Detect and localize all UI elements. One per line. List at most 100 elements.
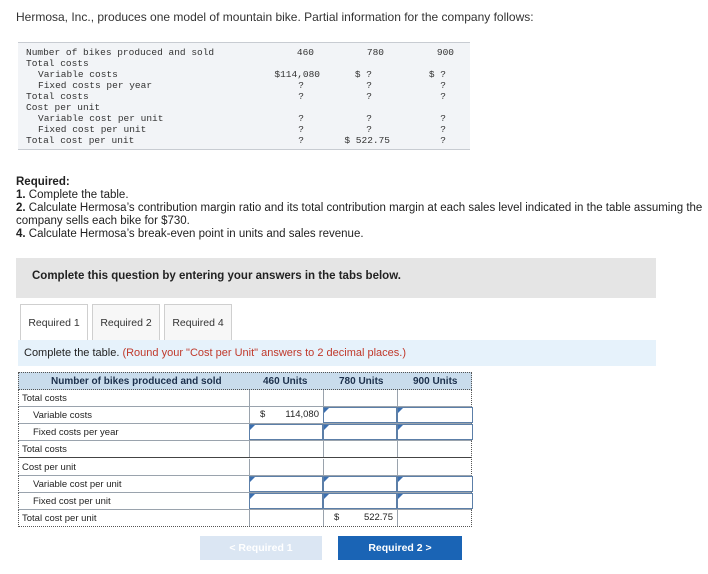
header-780-units: 780 Units	[339, 376, 384, 387]
item-text: Calculate Hermosa’s contribution margin …	[16, 202, 703, 227]
given-value: ?	[366, 124, 372, 135]
given-value: ?	[298, 135, 304, 146]
dollar-sign: $	[260, 409, 266, 420]
problem-intro: Hermosa, Inc., produces one model of mou…	[16, 10, 534, 24]
given-value: ?	[298, 80, 304, 91]
fixed-cost-per-unit-460-input[interactable]	[249, 493, 323, 509]
fixed-cost-per-unit-900-input[interactable]	[397, 493, 473, 509]
row-label: Fixed costs per year	[33, 427, 119, 438]
table-row: Fixed cost per unit	[18, 493, 473, 510]
given-label: Variable costs	[38, 69, 118, 80]
total-cost-per-unit-460-cell	[249, 510, 323, 526]
answer-table-header: Number of bikes produced and sold 460 Un…	[18, 372, 472, 390]
cell-value: 114,080	[285, 409, 319, 420]
given-value: $ ?	[428, 69, 446, 80]
table-row: Fixed costs per year	[18, 424, 473, 441]
given-value: ?	[366, 80, 372, 91]
given-label: Total cost per unit	[26, 135, 135, 146]
row-label: Total costs	[22, 393, 67, 404]
required-heading: Required:	[16, 176, 70, 188]
given-row: Fixed cost per unit ? ? ?	[18, 124, 470, 135]
blank-cell	[323, 459, 397, 475]
given-value: $114,080	[274, 69, 320, 80]
header-460-units: 460 Units	[263, 376, 308, 387]
total-cost-per-unit-900-cell	[397, 510, 473, 526]
given-row: Variable costs $114,080 $ ? $ ?	[18, 69, 470, 80]
row-label: Total cost per unit	[22, 513, 97, 524]
instructions-banner: Complete this question by entering your …	[16, 258, 656, 298]
table-row: Cost per unit	[18, 459, 472, 476]
given-label: Total costs	[26, 58, 89, 69]
given-info-table: Number of bikes produced and sold 460 78…	[18, 42, 470, 150]
row-label: Total costs	[22, 444, 67, 455]
blank-cell	[397, 459, 473, 475]
given-value: ?	[440, 124, 446, 135]
required-section: Required: 1. Complete the table. 2. Calc…	[16, 176, 706, 241]
given-label: Total costs	[26, 91, 89, 102]
given-value: ?	[440, 135, 446, 146]
row-label: Cost per unit	[22, 462, 76, 473]
variable-costs-460-cell: $ 114,080	[249, 407, 323, 423]
given-row: Number of bikes produced and sold 460 78…	[18, 47, 470, 58]
row-label: Fixed cost per unit	[33, 496, 111, 507]
total-costs-900-cell	[397, 441, 473, 457]
answer-table: Number of bikes produced and sold 460 Un…	[18, 372, 473, 528]
table-row: Total cost per unit $ 522.75	[18, 510, 472, 527]
banner-text: Complete this question by entering your …	[32, 270, 401, 282]
item-number: 1.	[16, 189, 26, 201]
header-900-units: 900 Units	[413, 376, 458, 387]
given-row: Variable cost per unit ? ? ?	[18, 113, 470, 124]
given-value: 900	[436, 47, 454, 58]
table-row: Total costs	[18, 390, 472, 407]
given-value: ?	[440, 80, 446, 91]
tab-required-1[interactable]: Required 1	[20, 304, 88, 340]
given-value: 780	[366, 47, 384, 58]
total-costs-460-cell	[249, 441, 323, 457]
fixed-costs-900-input[interactable]	[397, 424, 473, 440]
given-value: ?	[298, 91, 304, 102]
tab-required-2[interactable]: Required 2	[92, 304, 160, 340]
row-label: Variable costs	[33, 410, 92, 421]
given-label: Fixed cost per unit	[38, 124, 147, 135]
given-label: Cost per unit	[26, 102, 101, 113]
cell-value: 522.75	[363, 512, 393, 523]
instruction-main: Complete the table.	[24, 347, 123, 359]
variable-costs-900-input[interactable]	[397, 407, 473, 423]
previous-required-1-button[interactable]: < Required 1	[200, 536, 322, 560]
variable-costs-780-input[interactable]	[323, 407, 397, 423]
given-value: ?	[298, 113, 304, 124]
total-cost-per-unit-780-cell: $ 522.75	[323, 510, 397, 526]
item-text: Complete the table.	[25, 189, 129, 201]
given-value: ?	[440, 113, 446, 124]
fixed-cost-per-unit-780-input[interactable]	[323, 493, 397, 509]
tab-instruction: Complete the table. (Round your "Cost pe…	[18, 340, 656, 366]
given-value: $ ?	[354, 69, 372, 80]
variable-cost-per-unit-900-input[interactable]	[397, 476, 473, 492]
dollar-sign: $	[334, 512, 340, 523]
blank-cell	[397, 390, 473, 406]
blank-cell	[249, 390, 323, 406]
given-row: Fixed costs per year ? ? ?	[18, 80, 470, 91]
given-row: Cost per unit	[18, 102, 470, 113]
item-text: Calculate Hermosa’s break-even point in …	[25, 228, 364, 240]
header-label: Number of bikes produced and sold	[51, 376, 222, 387]
given-row: Total cost per unit ? $ 522.75 ?	[18, 135, 470, 146]
required-item-2: 2. Calculate Hermosa’s contribution marg…	[16, 202, 706, 228]
tab-required-4[interactable]: Required 4	[164, 304, 232, 340]
item-number: 4.	[16, 228, 26, 240]
table-row: Variable costs $ 114,080	[18, 407, 473, 424]
total-costs-780-cell	[323, 441, 397, 457]
given-value: 460	[296, 47, 314, 58]
blank-cell	[249, 459, 323, 475]
variable-cost-per-unit-460-input[interactable]	[249, 476, 323, 492]
given-row: Total costs	[18, 58, 470, 69]
given-value: ?	[366, 91, 372, 102]
fixed-costs-460-input[interactable]	[249, 424, 323, 440]
fixed-costs-780-input[interactable]	[323, 424, 397, 440]
variable-cost-per-unit-780-input[interactable]	[323, 476, 397, 492]
required-item-1: 1. Complete the table.	[16, 189, 706, 202]
table-row: Variable cost per unit	[18, 476, 473, 493]
next-required-2-button[interactable]: Required 2 >	[338, 536, 462, 560]
blank-cell	[323, 390, 397, 406]
given-value: ?	[298, 124, 304, 135]
